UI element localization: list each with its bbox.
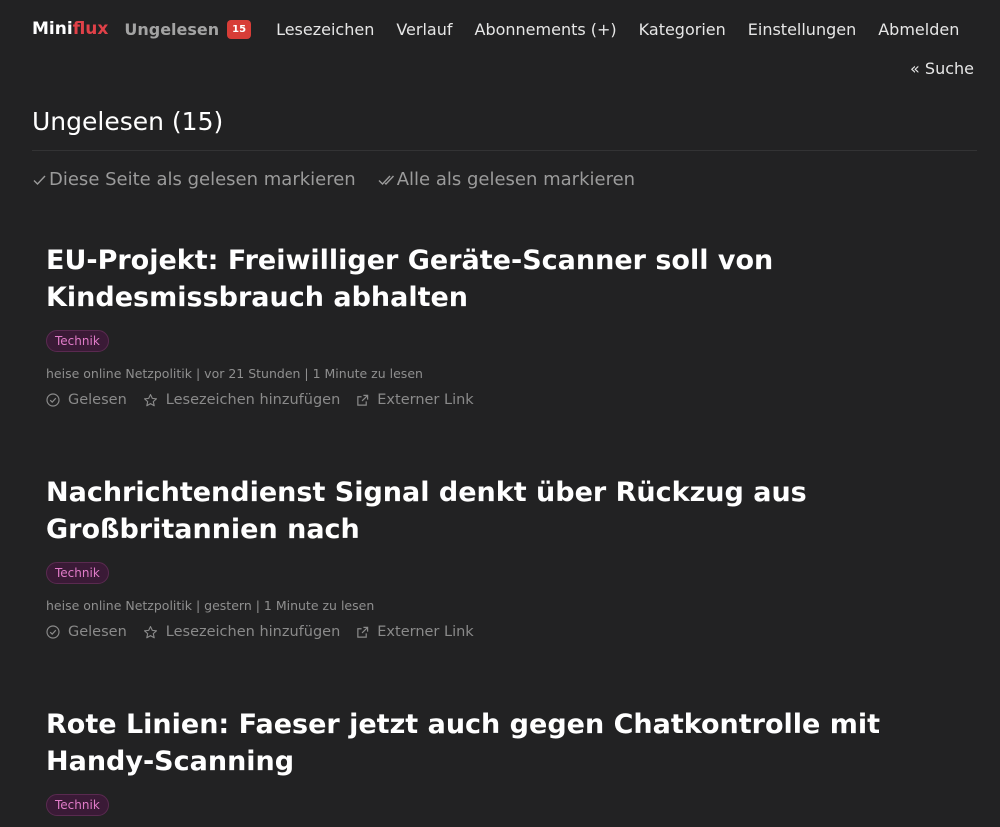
nav-item-feeds[interactable]: Abonnements (+) bbox=[475, 20, 617, 39]
external-link-label: Externer Link bbox=[377, 624, 474, 640]
search-link[interactable]: « Suche bbox=[910, 59, 974, 78]
entry-item: EU-Projekt: Freiwilliger Geräte-Scanner … bbox=[46, 242, 946, 408]
nav-item-history[interactable]: Verlauf bbox=[396, 20, 452, 39]
check-circle-icon bbox=[46, 625, 60, 639]
mark-page-read-button[interactable]: Diese Seite als gelesen markieren bbox=[32, 169, 356, 190]
entry-item: Nachrichtendienst Signal denkt über Rück… bbox=[46, 474, 946, 640]
logo-mini: Mini bbox=[32, 19, 73, 39]
check-circle-icon bbox=[46, 393, 60, 407]
logo-flux: flux bbox=[72, 19, 109, 39]
entry-meta: heise online Netzpolitik | gestern | 1 M… bbox=[46, 598, 375, 613]
entry-title[interactable]: Rote Linien: Faeser jetzt auch gegen Cha… bbox=[46, 706, 946, 780]
external-link-button[interactable]: Externer Link bbox=[356, 392, 474, 408]
mark-all-read-button[interactable]: Alle als gelesen markieren bbox=[378, 169, 635, 190]
external-link-icon bbox=[357, 626, 369, 638]
entry-item: Rote Linien: Faeser jetzt auch gegen Cha… bbox=[46, 706, 946, 816]
external-link-label: Externer Link bbox=[377, 392, 474, 408]
nav-item-categories[interactable]: Kategorien bbox=[639, 20, 726, 39]
bookmark-button[interactable]: Lesezeichen hinzufügen bbox=[143, 624, 340, 640]
bookmark-label: Lesezeichen hinzufügen bbox=[165, 624, 341, 640]
bookmark-button[interactable]: Lesezeichen hinzufügen bbox=[143, 392, 340, 408]
entry-meta: heise online Netzpolitik | vor 21 Stunde… bbox=[46, 366, 423, 381]
entry-title[interactable]: EU-Projekt: Freiwilliger Geräte-Scanner … bbox=[46, 242, 946, 316]
star-icon bbox=[143, 393, 157, 406]
mark-all-read-label: Alle als gelesen markieren bbox=[396, 169, 636, 190]
check-icon bbox=[33, 175, 46, 185]
nav-item-settings[interactable]: Einstellungen bbox=[748, 20, 856, 39]
bookmark-label: Lesezeichen hinzufügen bbox=[165, 392, 341, 408]
category-tag[interactable]: Technik bbox=[46, 562, 109, 584]
double-check-icon bbox=[378, 175, 394, 185]
external-link-button[interactable]: Externer Link bbox=[356, 624, 474, 640]
category-tag[interactable]: Technik bbox=[46, 794, 109, 816]
nav-item-bookmarks[interactable]: Lesezeichen bbox=[276, 20, 374, 39]
mark-read-label: Gelesen bbox=[68, 624, 127, 640]
mark-read-label: Gelesen bbox=[68, 392, 127, 408]
divider bbox=[32, 150, 977, 151]
external-link-icon bbox=[357, 394, 369, 406]
mark-read-button[interactable]: Gelesen bbox=[46, 624, 127, 640]
nav-item-unread[interactable]: Ungelesen bbox=[124, 20, 219, 39]
entry-actions: Gelesen Lesezeichen hinzufügen Externer … bbox=[46, 392, 946, 408]
page-actions: Diese Seite als gelesen markieren Alle a… bbox=[32, 169, 657, 190]
entry-title[interactable]: Nachrichtendienst Signal denkt über Rück… bbox=[46, 474, 946, 548]
main-navigation: Miniflux Ungelesen 15 Lesezeichen Verlau… bbox=[32, 19, 981, 39]
page: Miniflux Ungelesen 15 Lesezeichen Verlau… bbox=[0, 0, 1000, 827]
mark-read-button[interactable]: Gelesen bbox=[46, 392, 127, 408]
category-tag[interactable]: Technik bbox=[46, 330, 109, 352]
entry-actions: Gelesen Lesezeichen hinzufügen Externer … bbox=[46, 624, 946, 640]
star-icon bbox=[143, 625, 157, 638]
nav-item-logout[interactable]: Abmelden bbox=[878, 20, 959, 39]
logo[interactable]: Miniflux bbox=[32, 19, 108, 39]
page-title: Ungelesen (15) bbox=[32, 107, 224, 136]
mark-page-read-label: Diese Seite als gelesen markieren bbox=[49, 169, 356, 190]
unread-count-badge: 15 bbox=[227, 19, 252, 39]
